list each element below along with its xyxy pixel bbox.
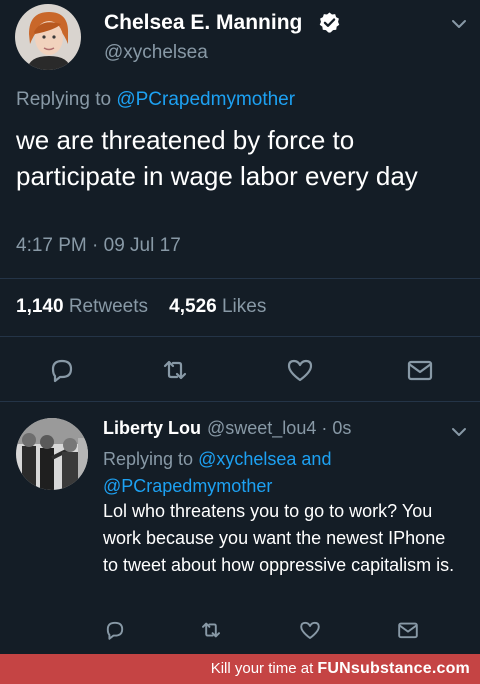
like-icon[interactable] bbox=[285, 355, 315, 385]
verified-badge-icon bbox=[318, 11, 341, 34]
replying-prefix: Replying to bbox=[16, 89, 112, 110]
handle[interactable]: @sweet_lou4 · 0s bbox=[207, 418, 351, 439]
divider bbox=[0, 336, 480, 337]
direct-message-icon[interactable] bbox=[396, 618, 420, 642]
tweet-text: Lol who threatens you to go to work? You… bbox=[103, 501, 455, 575]
replying-to: Replying to @xychelsea and @PCrapedmymot… bbox=[103, 446, 433, 500]
main-tweet: Chelsea E. Manning @xychelsea Replying t… bbox=[0, 0, 480, 402]
replying-to-link[interactable]: @PCrapedmymother bbox=[103, 476, 272, 496]
chevron-down-icon[interactable] bbox=[449, 422, 469, 442]
tweet-text: we are threatened by force to participat… bbox=[16, 125, 418, 191]
replying-to-link[interactable]: @xychelsea bbox=[198, 449, 296, 469]
watermark-prefix: Kill your time at bbox=[210, 660, 314, 677]
avatar[interactable] bbox=[15, 4, 81, 70]
direct-message-icon[interactable] bbox=[405, 355, 435, 385]
watermark-brand: FUNsubstance.com bbox=[317, 660, 470, 677]
divider bbox=[0, 278, 480, 279]
replying-joiner: and bbox=[301, 449, 332, 469]
retweets-label: Retweets bbox=[68, 296, 149, 317]
like-icon[interactable] bbox=[298, 618, 322, 642]
retweets-count: 1,140 bbox=[16, 296, 64, 317]
reply-tweet[interactable]: Liberty Lou @sweet_lou4 · 0s Replying to… bbox=[0, 402, 480, 654]
likes-count: 4,526 bbox=[169, 296, 217, 317]
replying-prefix: Replying to bbox=[103, 449, 194, 469]
avatar[interactable] bbox=[16, 418, 88, 490]
retweets-stat[interactable]: 1,140 Retweets bbox=[16, 296, 148, 317]
replying-to-link[interactable]: @PCrapedmymother bbox=[116, 89, 295, 110]
watermark-banner: Kill your time at FUNsubstance.com bbox=[0, 654, 480, 684]
likes-label: Likes bbox=[221, 296, 267, 317]
retweet-icon[interactable] bbox=[199, 618, 223, 642]
handle[interactable]: @xychelsea bbox=[104, 42, 208, 64]
watermark-text: Kill your time at FUNsubstance.com bbox=[211, 660, 470, 678]
tweet-stats: 1,140 Retweets 4,526 Likes bbox=[16, 296, 266, 318]
display-name[interactable]: Chelsea E. Manning bbox=[104, 11, 302, 35]
retweet-icon[interactable] bbox=[160, 355, 190, 385]
reply-icon[interactable] bbox=[103, 618, 127, 642]
likes-stat[interactable]: 4,526 Likes bbox=[169, 296, 266, 317]
reply-icon[interactable] bbox=[47, 355, 77, 385]
display-name[interactable]: Liberty Lou bbox=[103, 418, 201, 439]
timestamp[interactable]: 4:17 PM · 09 Jul 17 bbox=[16, 235, 181, 257]
replying-to: Replying to @PCrapedmymother bbox=[16, 89, 295, 111]
chevron-down-icon[interactable] bbox=[449, 14, 469, 34]
